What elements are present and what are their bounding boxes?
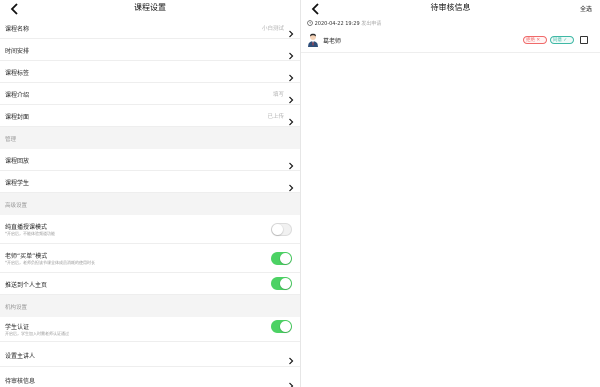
row-label: 学生认证 — [5, 324, 30, 331]
live-only-mode-toggle[interactable] — [271, 223, 292, 236]
row-label: 课程回放 — [5, 158, 30, 165]
row-label: 纯直播授课模式 — [5, 224, 48, 231]
row-label: 时间安排 — [5, 48, 30, 55]
chevron-right-icon — [287, 111, 295, 126]
chevron-right-icon — [287, 67, 295, 82]
row-label: 课程学生 — [5, 180, 30, 187]
push-to-homepage-toggle[interactable] — [271, 277, 292, 290]
row-course-name[interactable]: 课程名称 小白测试 — [0, 17, 300, 39]
row-course-tags[interactable]: 课程标签 — [0, 61, 300, 83]
section-title: 机构设置 — [5, 305, 28, 311]
row-course-students[interactable]: 课程学生 — [0, 171, 300, 193]
page-title: 课程设置 — [134, 3, 166, 12]
row-label: 老师“买单”模式 — [5, 253, 48, 260]
row-pending-review[interactable]: 待审核信息 — [0, 367, 300, 387]
row-value: 小白测试 — [261, 26, 284, 32]
course-settings-pane: 课程设置 课程名称 小白测试 时间安排 课程标签 课程介绍 填写 课程封面 已上… — [0, 0, 300, 387]
row-label: 课程封面 — [5, 114, 30, 121]
row-hint: *开启后，老师负担该节课全体成员消耗的使用时长 — [5, 260, 95, 265]
section-header-manage: 管理 — [0, 127, 300, 149]
select-checkbox[interactable] — [580, 36, 588, 44]
row-label: 推送到个人主页 — [5, 282, 48, 289]
select-all-button[interactable]: 全选 — [580, 4, 592, 13]
row-label: 课程介绍 — [5, 92, 30, 99]
chevron-right-icon — [287, 45, 295, 60]
row-value: 已上传 — [267, 114, 284, 120]
section-title: 管理 — [5, 137, 17, 143]
row-hint: 开启后，学生加入时需老师认证通过 — [5, 331, 69, 336]
pending-review-pane: 待审核信息 全选 2020-04-22 19:29 发出申请 葛老师 拒绝 ✕ … — [300, 0, 600, 387]
row-value: 填写 — [272, 92, 284, 98]
page-title: 待审核信息 — [430, 3, 471, 12]
nav-bar: 待审核信息 全选 — [301, 0, 600, 17]
chevron-right-icon — [287, 89, 295, 104]
row-schedule[interactable]: 时间安排 — [0, 39, 300, 61]
chevron-right-icon — [287, 177, 295, 192]
request-row: 葛老师 拒绝 ✕ 同意 ✓ — [301, 27, 600, 53]
teacher-pays-mode-toggle[interactable] — [271, 252, 292, 265]
row-course-replay[interactable]: 课程回放 — [0, 149, 300, 171]
chevron-right-icon — [287, 155, 295, 170]
row-live-only-mode: 纯直播授课模式 *开启后，不能体验频道功能 — [0, 215, 300, 244]
row-student-verification: 学生认证 开启后，学生加入时需老师认证通过 — [0, 317, 300, 342]
chevron-right-icon — [287, 23, 295, 38]
row-course-intro[interactable]: 课程介绍 填写 — [0, 83, 300, 105]
row-teacher-pays-mode: 老师“买单”模式 *开启后，老师负担该节课全体成员消耗的使用时长 — [0, 244, 300, 273]
row-label: 课程名称 — [5, 26, 30, 33]
row-label: 课程标签 — [5, 70, 30, 77]
chevron-right-icon — [287, 350, 295, 365]
row-hint: *开启后，不能体验频道功能 — [5, 231, 55, 236]
row-label: 待审核信息 — [5, 378, 36, 385]
section-header-advanced: 高级设置 — [0, 193, 300, 215]
section-title: 高级设置 — [5, 203, 28, 209]
student-verification-toggle[interactable] — [271, 320, 292, 333]
chevron-right-icon — [287, 375, 295, 387]
row-label: 设置主讲人 — [5, 353, 36, 360]
approve-button[interactable]: 同意 ✓ — [550, 36, 574, 44]
teacher-avatar-icon — [307, 32, 319, 47]
settings-list: 课程名称 小白测试 时间安排 课程标签 课程介绍 填写 课程封面 已上传 管理 … — [0, 17, 300, 387]
reject-button[interactable]: 拒绝 ✕ — [523, 36, 547, 44]
clock-icon — [307, 20, 313, 26]
row-set-lecturer[interactable]: 设置主讲人 — [0, 342, 300, 367]
row-course-cover[interactable]: 课程封面 已上传 — [0, 105, 300, 127]
section-header-org: 机构设置 — [0, 295, 300, 317]
row-push-to-homepage: 推送到个人主页 — [0, 273, 300, 295]
request-timestamp: 2020-04-22 19:29 发出申请 — [307, 20, 381, 27]
nav-bar: 课程设置 — [0, 0, 300, 17]
teacher-name: 葛老师 — [323, 38, 342, 45]
